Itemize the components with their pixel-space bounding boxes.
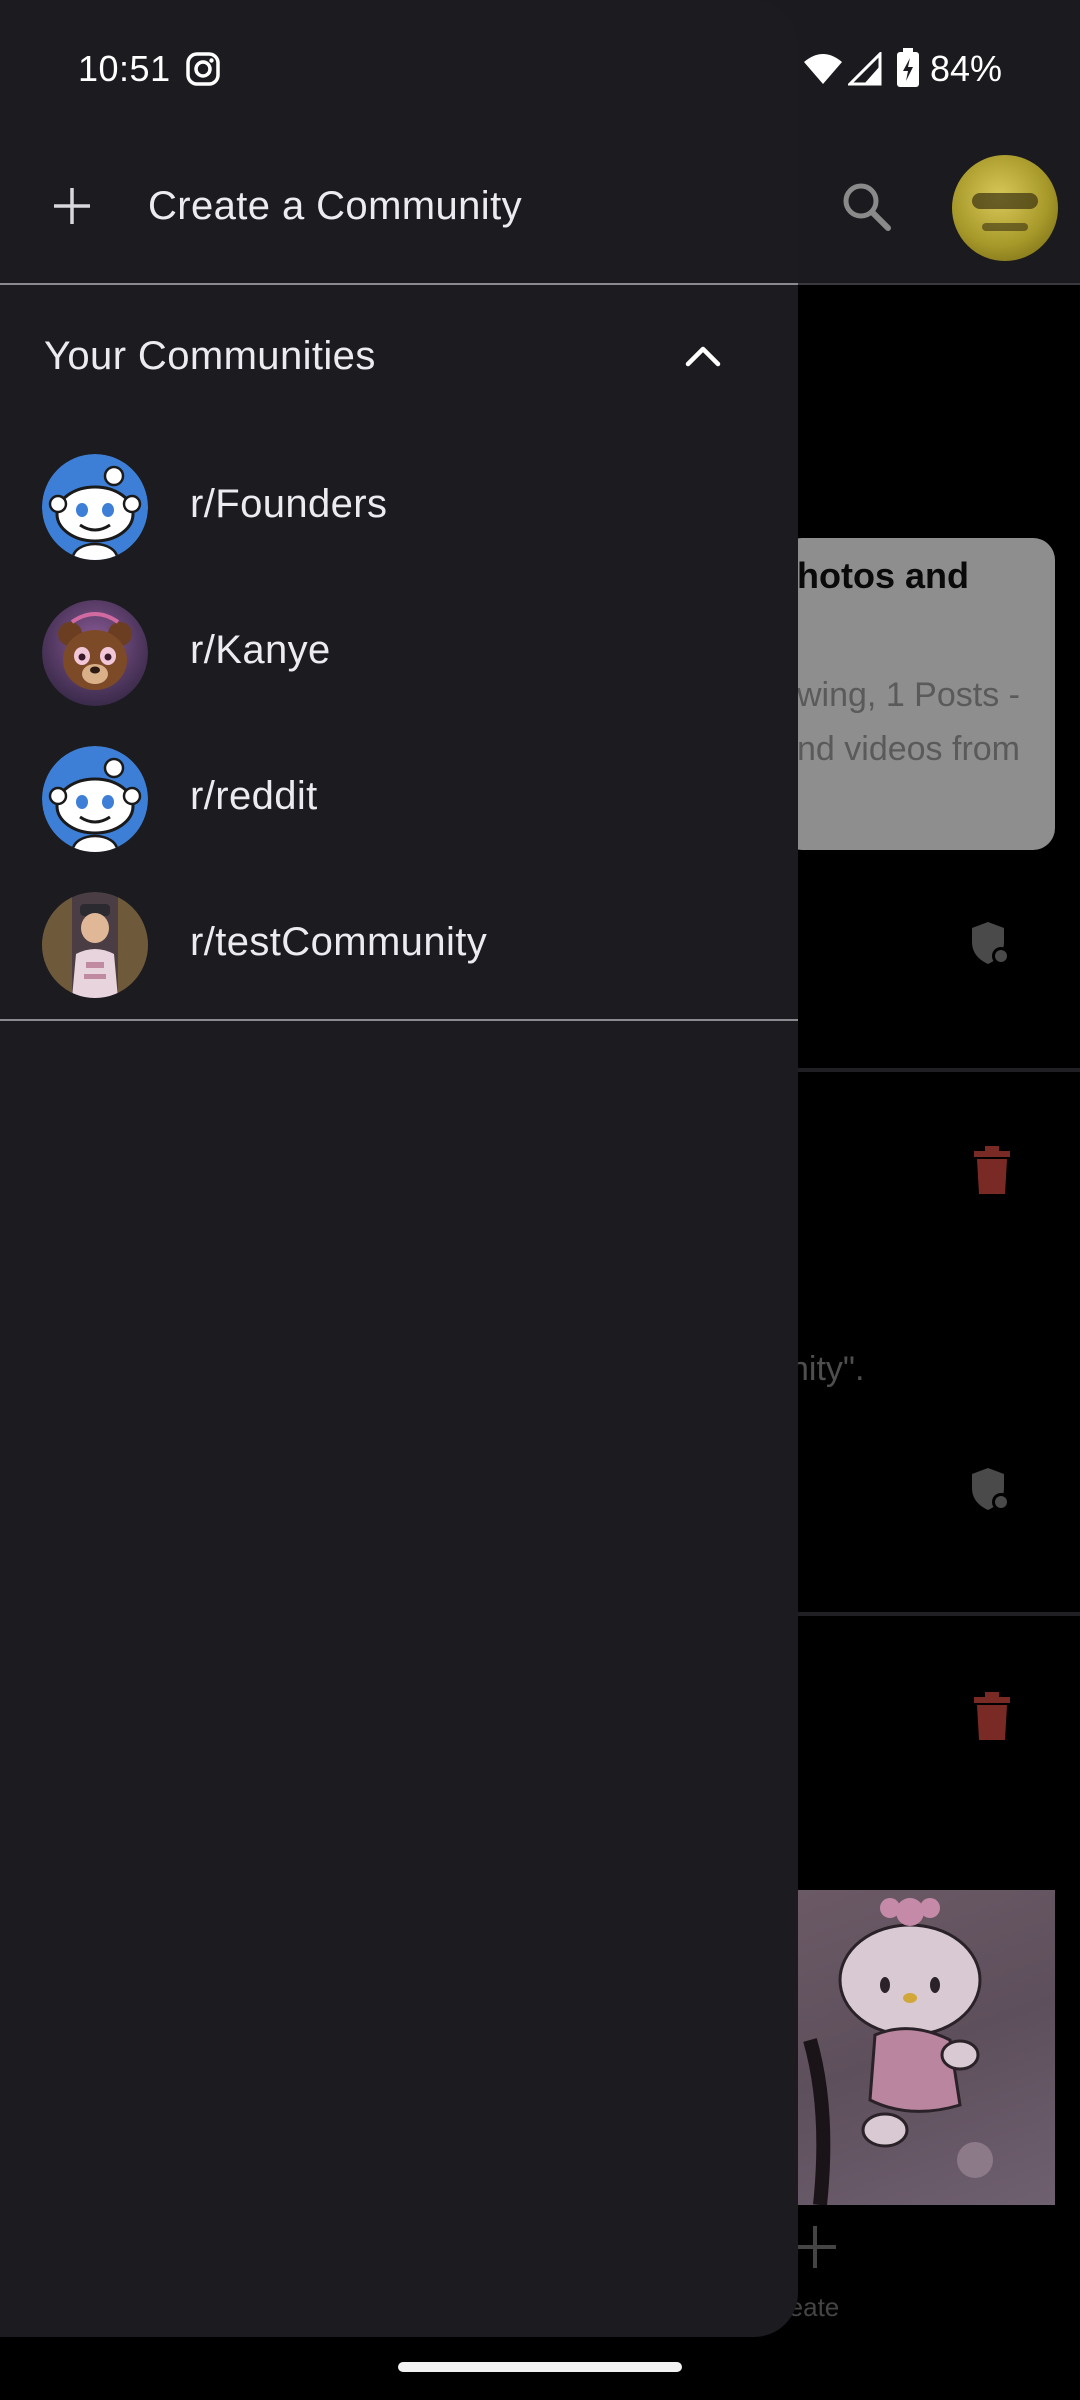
bear-avatar-icon: [42, 600, 148, 706]
battery-percentage: 84%: [930, 48, 1003, 89]
community-avatar: [42, 746, 148, 852]
create-community-label: Create a Community: [148, 184, 522, 228]
community-avatar: [42, 600, 148, 706]
chevron-up-icon[interactable]: [684, 342, 722, 368]
gesture-navigation-bar[interactable]: [398, 2362, 682, 2372]
battery-charging-icon: [897, 48, 919, 87]
divider: [0, 283, 798, 285]
card-stats: wing, 1 Posts -: [797, 676, 1020, 714]
card-description: nd videos from: [797, 730, 1020, 768]
moderator-shield-icon[interactable]: [970, 920, 1010, 966]
post-image[interactable]: [790, 1890, 1055, 2205]
delete-trash-icon[interactable]: [972, 1692, 1012, 1742]
reddit-snoo-icon: [42, 746, 148, 852]
your-communities-title: Your Communities: [44, 334, 376, 378]
status-time: 10:51: [78, 48, 171, 89]
divider: [0, 1019, 798, 1021]
community-label: r/Kanye: [190, 628, 331, 672]
community-label: r/Founders: [190, 482, 388, 526]
community-item-kanye[interactable]: r/Kanye: [0, 582, 798, 722]
search-icon[interactable]: [840, 180, 892, 232]
person-avatar-icon: [42, 892, 148, 998]
delete-trash-icon[interactable]: [972, 1146, 1012, 1196]
community-item-testcommunity[interactable]: r/testCommunity: [0, 874, 798, 1014]
reddit-snoo-icon: [42, 454, 148, 560]
cellular-signal-icon: [848, 52, 882, 86]
community-label: r/testCommunity: [190, 920, 488, 964]
community-item-founders[interactable]: r/Founders: [0, 436, 798, 576]
community-label: r/reddit: [190, 774, 318, 818]
wifi-icon: [804, 54, 842, 84]
instagram-icon: [186, 52, 220, 86]
community-avatar: [42, 892, 148, 998]
plus-icon: [54, 188, 90, 224]
moderator-shield-icon[interactable]: [970, 1466, 1010, 1512]
navigation-drawer: 10:51 Create a Community Your Communitie…: [0, 0, 798, 2337]
card-title: hotos and: [797, 555, 969, 596]
post-text: nity".: [790, 1350, 865, 1388]
user-avatar[interactable]: [952, 155, 1058, 261]
community-item-reddit[interactable]: r/reddit: [0, 728, 798, 868]
community-avatar: [42, 454, 148, 560]
